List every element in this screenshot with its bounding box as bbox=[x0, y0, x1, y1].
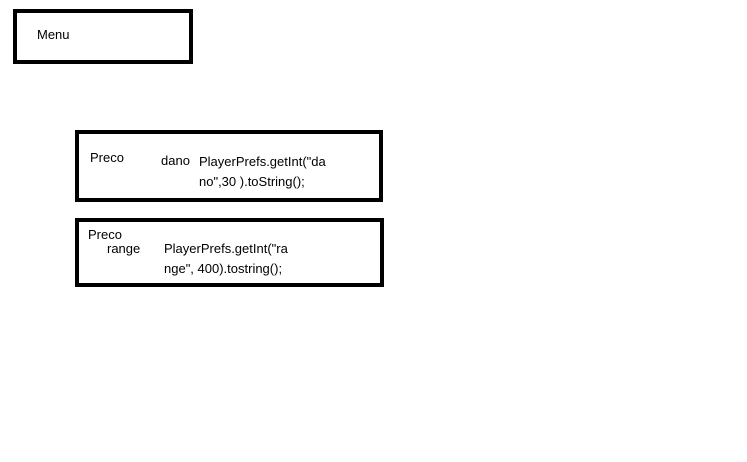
upgrade-panel-range[interactable]: Preco range PlayerPrefs.getInt("ra nge",… bbox=[75, 218, 384, 287]
upgrade-panel-dano[interactable]: Preco dano PlayerPrefs.getInt("da no",30… bbox=[75, 130, 383, 202]
value-code-line-2: no",30 ).toString(); bbox=[199, 174, 305, 189]
stat-name: range bbox=[107, 241, 141, 256]
value-code-line-1: PlayerPrefs.getInt("ra bbox=[164, 241, 288, 256]
menu-button[interactable]: Menu bbox=[13, 9, 193, 64]
value-code-line-1: PlayerPrefs.getInt("da bbox=[199, 154, 326, 169]
value-code-line-2: nge", 400).tostring(); bbox=[164, 261, 283, 276]
price-label: Preco bbox=[90, 150, 124, 165]
menu-label: Menu bbox=[37, 27, 70, 42]
stat-name: dano bbox=[161, 153, 190, 168]
